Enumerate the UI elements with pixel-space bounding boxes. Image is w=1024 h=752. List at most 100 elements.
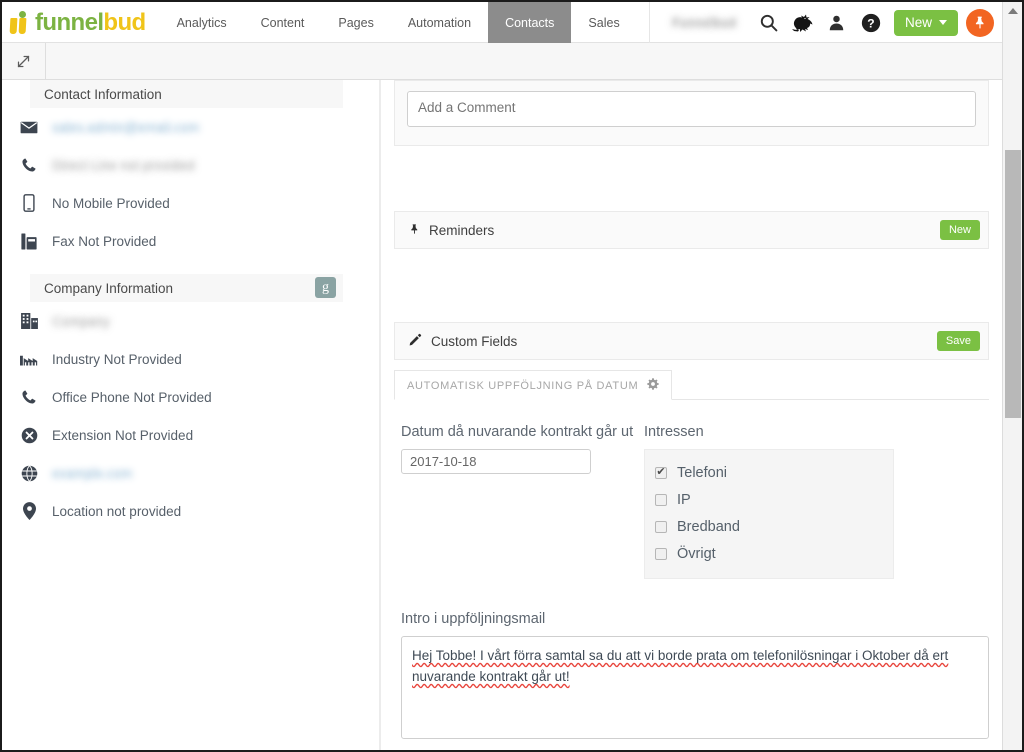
times-circle-icon bbox=[16, 427, 42, 444]
company-value: Company bbox=[52, 313, 110, 329]
nav-item-pages[interactable]: Pages bbox=[321, 2, 390, 43]
industry-value: Industry Not Provided bbox=[52, 351, 182, 367]
company-information-title: Company Information bbox=[44, 280, 174, 296]
info-row-mobile[interactable]: No Mobile Provided bbox=[2, 184, 379, 222]
direct-line-value: Direct Line not provided bbox=[52, 157, 195, 173]
location-value: Location not provided bbox=[52, 503, 182, 519]
checkbox-bredband[interactable] bbox=[655, 520, 667, 533]
info-row-location[interactable]: Location not provided bbox=[2, 492, 379, 530]
top-navigation-bar: funnelbud Analytics Content Pages Automa… bbox=[2, 2, 1006, 43]
checkbox-row-telefoni[interactable]: ✔ Telefoni bbox=[655, 459, 881, 486]
scrollbar-thumb[interactable] bbox=[1005, 150, 1021, 418]
svg-text:?: ? bbox=[867, 16, 874, 30]
nav-item-analytics[interactable]: Analytics bbox=[160, 2, 244, 43]
globe-icon bbox=[16, 464, 42, 482]
nav-item-contacts[interactable]: Contacts bbox=[488, 2, 572, 43]
phone-icon bbox=[16, 389, 42, 405]
intro-textarea[interactable]: Hej Tobbe! I vårt förra samtal sa du att… bbox=[401, 636, 989, 739]
interests-column: Intressen ✔ Telefoni IP Bredband Övrigt bbox=[644, 422, 894, 579]
comment-input[interactable] bbox=[407, 91, 976, 127]
checkbox-ovrigt[interactable] bbox=[655, 547, 667, 560]
comment-panel bbox=[394, 80, 989, 146]
scroll-up-arrow[interactable] bbox=[1003, 2, 1022, 20]
date-field-label: Datum då nuvarande kontrakt går ut bbox=[401, 424, 634, 440]
funnelbud-logo[interactable]: funnelbud bbox=[2, 2, 160, 43]
contact-detail-main: Reminders New Custom Fields Save AUTOMAT… bbox=[381, 80, 1002, 750]
info-row-company[interactable]: Company bbox=[2, 302, 379, 340]
contact-information-title: Contact Information bbox=[44, 86, 162, 102]
reminders-title: Reminders bbox=[429, 222, 495, 238]
contact-sidebar: Contact Information sales.admin@email.co… bbox=[2, 80, 380, 750]
search-icon[interactable] bbox=[752, 2, 786, 43]
info-row-direct-line[interactable]: Direct Line not provided bbox=[2, 146, 379, 184]
envelope-icon bbox=[16, 121, 42, 134]
help-icon[interactable]: ? bbox=[854, 2, 888, 43]
funnelbud-logo-mark bbox=[9, 10, 32, 35]
mobile-value: No Mobile Provided bbox=[52, 195, 170, 211]
sub-toolbar bbox=[2, 43, 1006, 80]
date-field-column: Datum då nuvarande kontrakt går ut bbox=[401, 422, 644, 579]
company-information-header: Company Information g bbox=[30, 274, 343, 302]
checkbox-label-bredband: Bredband bbox=[677, 518, 740, 535]
phone-icon bbox=[16, 157, 42, 173]
fax-icon bbox=[16, 233, 42, 250]
website-value: example.com bbox=[52, 465, 133, 481]
contact-information-header: Contact Information bbox=[30, 80, 343, 108]
griffin-icon[interactable] bbox=[786, 2, 820, 43]
intro-field-block: Intro i uppföljningsmail Hej Tobbe! I vå… bbox=[381, 579, 1002, 739]
checkbox-label-telefoni: Telefoni bbox=[677, 464, 727, 481]
building-icon bbox=[16, 313, 42, 329]
info-row-extension[interactable]: Extension Not Provided bbox=[2, 416, 379, 454]
new-button-label: New bbox=[904, 15, 932, 30]
custom-fields-title-group: Custom Fields bbox=[409, 333, 517, 349]
pin-button[interactable] bbox=[966, 8, 994, 37]
info-row-website[interactable]: example.com bbox=[2, 454, 379, 492]
account-name: Funnelbud bbox=[672, 15, 736, 30]
gear-icon[interactable] bbox=[647, 378, 660, 393]
checkbox-row-bredband[interactable]: Bredband bbox=[655, 513, 881, 540]
pencil-icon bbox=[409, 333, 422, 349]
reminders-panel: Reminders New bbox=[394, 211, 989, 249]
main-nav-items: Analytics Content Pages Automation Conta… bbox=[160, 2, 637, 43]
info-row-office-phone[interactable]: Office Phone Not Provided bbox=[2, 378, 379, 416]
map-marker-icon bbox=[16, 502, 42, 520]
tab-automatisk-uppfoljning[interactable]: AUTOMATISK UPPFÖLJNING PÅ DATUM bbox=[394, 370, 673, 400]
checkbox-label-ip: IP bbox=[677, 491, 691, 508]
interests-checkbox-group: ✔ Telefoni IP Bredband Övrigt bbox=[644, 449, 894, 579]
info-row-email[interactable]: sales.admin@email.com bbox=[2, 108, 379, 146]
logo-text-yellow: bud bbox=[103, 8, 146, 36]
office-phone-value: Office Phone Not Provided bbox=[52, 389, 212, 405]
nav-item-sales[interactable]: Sales bbox=[571, 2, 636, 43]
page-scrollbar[interactable] bbox=[1002, 2, 1022, 750]
nav-item-automation[interactable]: Automation bbox=[391, 2, 488, 43]
new-button[interactable]: New bbox=[893, 9, 958, 36]
reminders-new-button[interactable]: New bbox=[939, 220, 980, 240]
info-row-fax[interactable]: Fax Not Provided bbox=[2, 222, 379, 260]
custom-fields-save-button[interactable]: Save bbox=[936, 331, 980, 351]
factory-icon bbox=[16, 352, 42, 366]
tab-label: AUTOMATISK UPPFÖLJNING PÅ DATUM bbox=[407, 379, 639, 392]
funnelbud-logo-text: funnelbud bbox=[35, 8, 146, 36]
checkbox-label-ovrigt: Övrigt bbox=[677, 545, 716, 562]
custom-fields-body: Datum då nuvarande kontrakt går ut Intre… bbox=[381, 400, 1002, 579]
custom-fields-tabstrip: AUTOMATISK UPPFÖLJNING PÅ DATUM bbox=[394, 370, 989, 400]
intro-textarea-value: Hej Tobbe! I vårt förra samtal sa du att… bbox=[412, 648, 949, 684]
mobile-icon bbox=[16, 194, 42, 212]
interests-label: Intressen bbox=[644, 424, 704, 440]
expand-icon[interactable] bbox=[2, 43, 46, 79]
nav-right-tools: Funnelbud ? New bbox=[649, 2, 1006, 43]
info-row-industry[interactable]: Industry Not Provided bbox=[2, 340, 379, 378]
extension-value: Extension Not Provided bbox=[52, 427, 194, 443]
logo-text-green: funnel bbox=[35, 8, 104, 36]
google-search-badge[interactable]: g bbox=[315, 277, 336, 298]
checkbox-row-ip[interactable]: IP bbox=[655, 486, 881, 513]
checkbox-telefoni[interactable]: ✔ bbox=[655, 466, 667, 479]
nav-item-content[interactable]: Content bbox=[244, 2, 322, 43]
checkbox-row-ovrigt[interactable]: Övrigt bbox=[655, 540, 881, 567]
reminders-title-group: Reminders bbox=[409, 222, 494, 239]
custom-fields-panel: Custom Fields Save bbox=[394, 322, 989, 360]
date-input[interactable] bbox=[401, 449, 591, 474]
intro-field-label: Intro i uppföljningsmail bbox=[401, 611, 546, 627]
checkbox-ip[interactable] bbox=[655, 493, 667, 506]
user-icon[interactable] bbox=[820, 2, 854, 43]
